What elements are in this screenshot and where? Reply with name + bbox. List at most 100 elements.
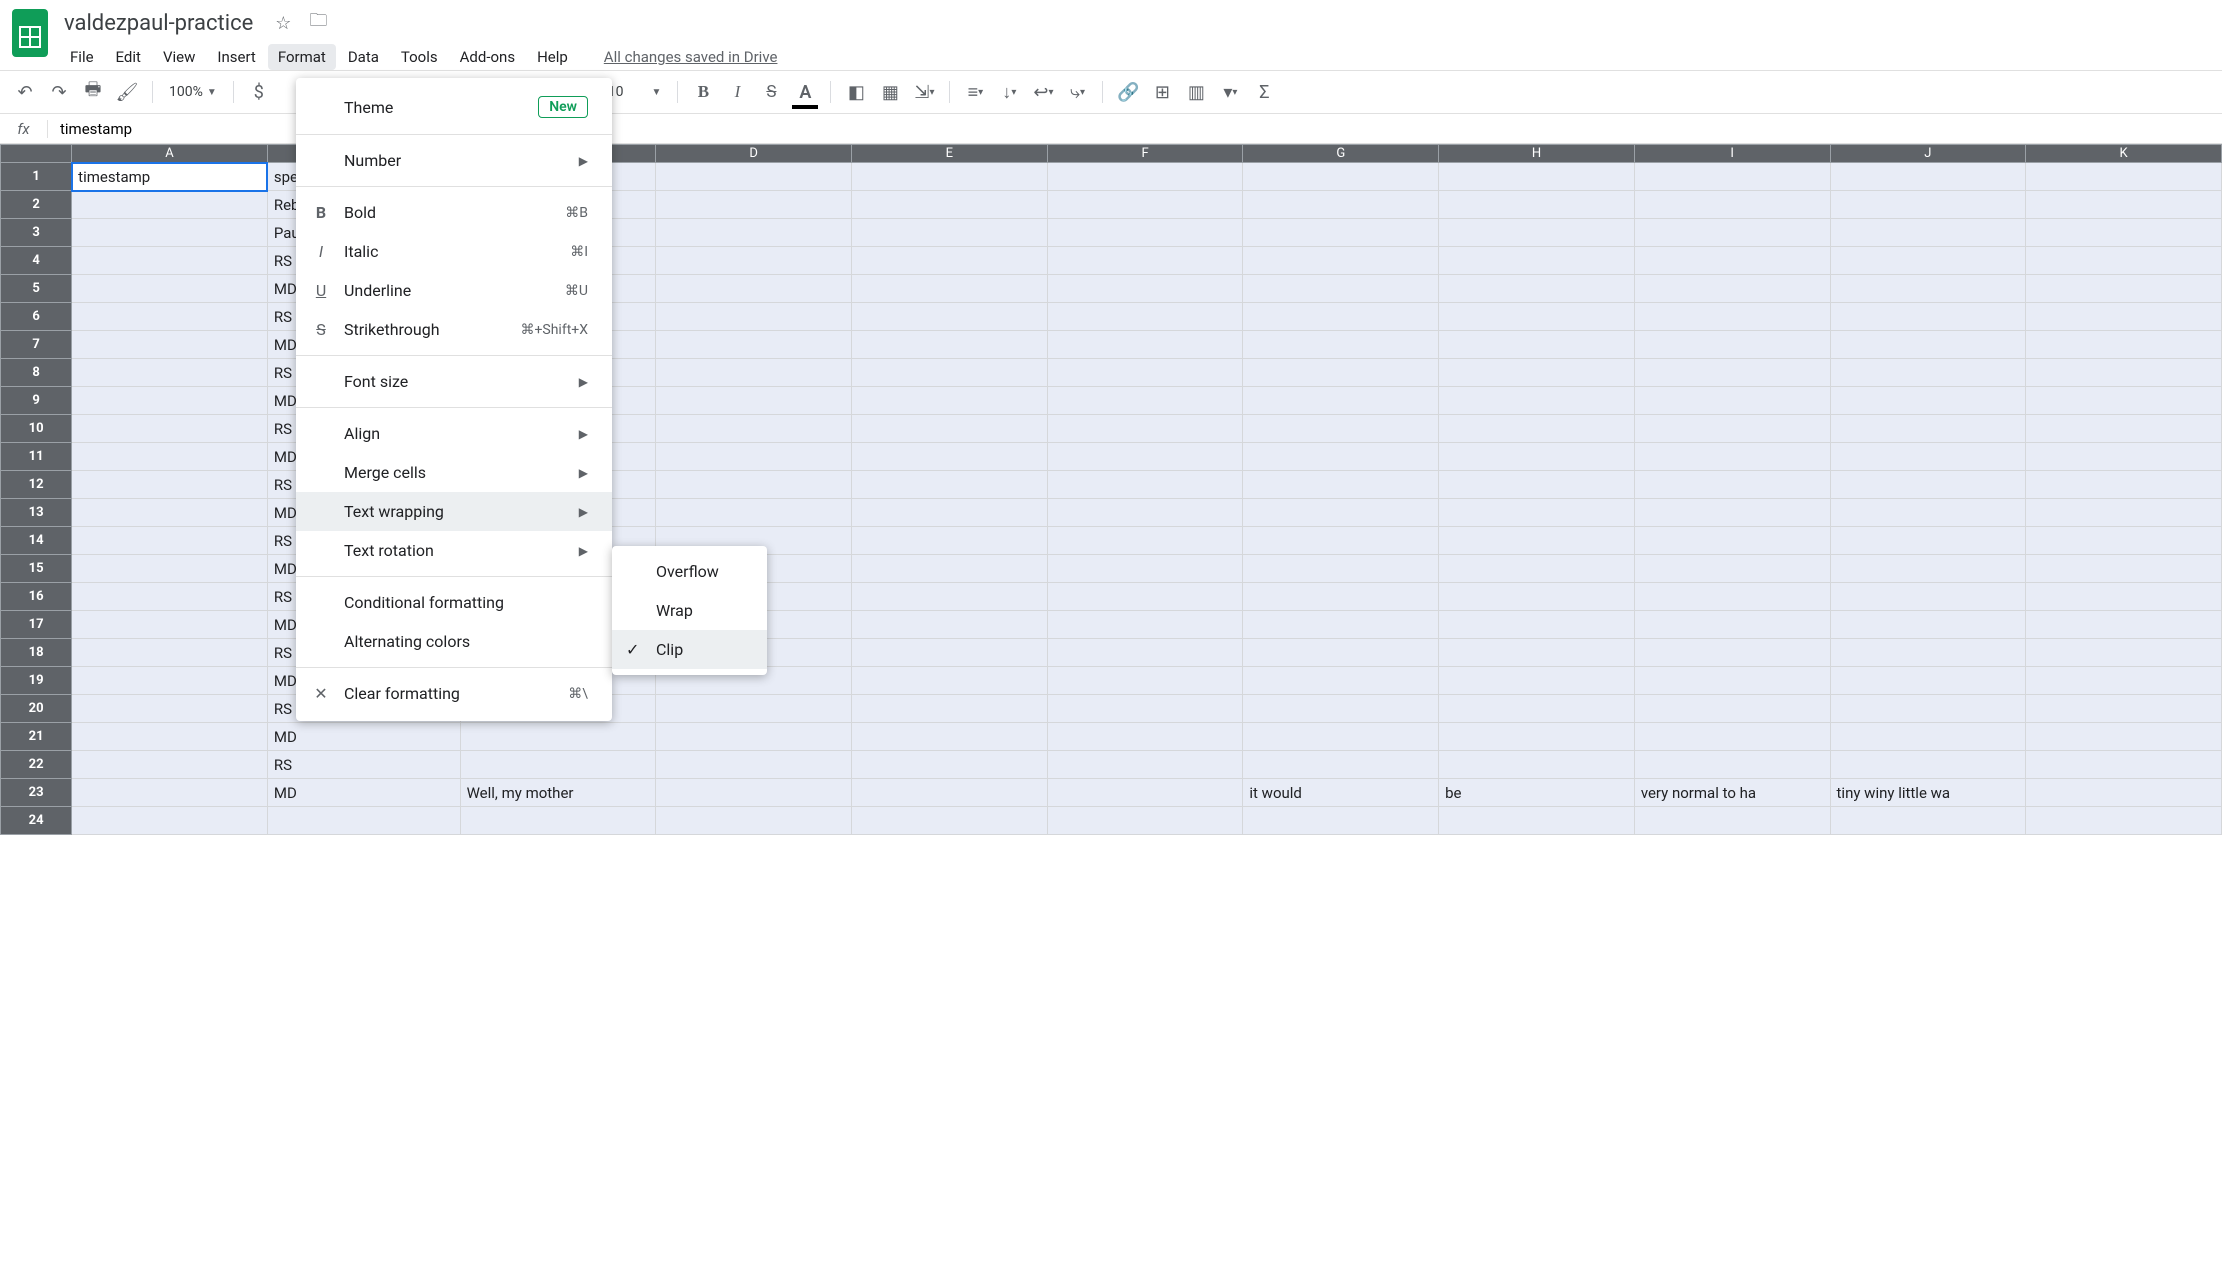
cell-E2[interactable] [852,191,1048,219]
cell-H17[interactable] [1439,611,1635,639]
cell-G3[interactable] [1243,219,1439,247]
cell-G24[interactable] [1243,807,1439,835]
cell-D10[interactable] [656,415,852,443]
cell-I4[interactable] [1634,247,1830,275]
cell-I15[interactable] [1634,555,1830,583]
cell-H20[interactable] [1439,695,1635,723]
cell-A13[interactable] [72,499,268,527]
italic-icon[interactable]: I [722,77,752,107]
cell-K3[interactable] [2026,219,2222,247]
text-rotate-icon[interactable]: ⤷▾ [1062,77,1092,107]
cell-F19[interactable] [1047,667,1243,695]
col-header[interactable]: D [656,145,852,163]
cell-E13[interactable] [852,499,1048,527]
undo-icon[interactable]: ↶ [10,77,40,107]
cell-E14[interactable] [852,527,1048,555]
cell-J21[interactable] [1830,723,2026,751]
insert-comment-icon[interactable]: ⊞ [1147,77,1177,107]
cell-I20[interactable] [1634,695,1830,723]
cell-H9[interactable] [1439,387,1635,415]
row-header[interactable]: 11 [1,443,72,471]
cell-G5[interactable] [1243,275,1439,303]
cell-I8[interactable] [1634,359,1830,387]
cell-G10[interactable] [1243,415,1439,443]
cell-J24[interactable] [1830,807,2026,835]
text-wrap-icon[interactable]: ↩▾ [1028,77,1058,107]
cell-J23[interactable]: tiny winy little wa [1830,779,2026,807]
format-font-size[interactable]: Font size ▶ [296,362,612,401]
cell-E5[interactable] [852,275,1048,303]
cell-J14[interactable] [1830,527,2026,555]
cell-E17[interactable] [852,611,1048,639]
menu-help[interactable]: Help [527,44,578,70]
menu-edit[interactable]: Edit [106,44,151,70]
cell-E18[interactable] [852,639,1048,667]
col-header[interactable]: J [1830,145,2026,163]
cell-F8[interactable] [1047,359,1243,387]
cell-K6[interactable] [2026,303,2222,331]
cell-K14[interactable] [2026,527,2222,555]
cell-J3[interactable] [1830,219,2026,247]
cell-F20[interactable] [1047,695,1243,723]
cell-F16[interactable] [1047,583,1243,611]
cell-G9[interactable] [1243,387,1439,415]
cell-H15[interactable] [1439,555,1635,583]
cell-A12[interactable] [72,471,268,499]
horizontal-align-icon[interactable]: ≡▾ [960,77,990,107]
format-text-rotation[interactable]: Text rotation ▶ [296,531,612,570]
cell-D2[interactable] [656,191,852,219]
cell-E8[interactable] [852,359,1048,387]
cell-H13[interactable] [1439,499,1635,527]
cell-A7[interactable] [72,331,268,359]
cell-H12[interactable] [1439,471,1635,499]
cell-J15[interactable] [1830,555,2026,583]
cell-H10[interactable] [1439,415,1635,443]
cell-J4[interactable] [1830,247,2026,275]
cell-K16[interactable] [2026,583,2222,611]
cell-G22[interactable] [1243,751,1439,779]
row-header[interactable]: 21 [1,723,72,751]
cell-D22[interactable] [656,751,852,779]
row-header[interactable]: 15 [1,555,72,583]
col-header[interactable]: E [852,145,1048,163]
row-header[interactable]: 10 [1,415,72,443]
cell-A21[interactable] [72,723,268,751]
cell-I23[interactable]: very normal to ha [1634,779,1830,807]
cell-K1[interactable] [2026,163,2222,191]
cell-A17[interactable] [72,611,268,639]
row-header[interactable]: 4 [1,247,72,275]
cell-E15[interactable] [852,555,1048,583]
cell-G23[interactable]: it would [1243,779,1439,807]
cell-J6[interactable] [1830,303,2026,331]
row-header[interactable]: 12 [1,471,72,499]
cell-A14[interactable] [72,527,268,555]
cell-J19[interactable] [1830,667,2026,695]
cell-K7[interactable] [2026,331,2222,359]
cell-I11[interactable] [1634,443,1830,471]
fill-color-icon[interactable]: ◧ [841,77,871,107]
merge-cells-icon[interactable]: ⇲▾ [909,77,939,107]
bold-icon[interactable]: B [688,77,718,107]
cell-J5[interactable] [1830,275,2026,303]
cell-F12[interactable] [1047,471,1243,499]
cell-E16[interactable] [852,583,1048,611]
row-header[interactable]: 16 [1,583,72,611]
cell-C24[interactable] [460,807,656,835]
cell-A3[interactable] [72,219,268,247]
menu-data[interactable]: Data [338,44,389,70]
cell-E21[interactable] [852,723,1048,751]
cell-D3[interactable] [656,219,852,247]
cell-H16[interactable] [1439,583,1635,611]
drive-save-status[interactable]: All changes saved in Drive [604,48,778,66]
wrap-option-overflow[interactable]: Overflow [612,552,767,591]
cell-I10[interactable] [1634,415,1830,443]
row-header[interactable]: 17 [1,611,72,639]
star-icon[interactable]: ☆ [275,13,291,34]
cell-G16[interactable] [1243,583,1439,611]
cell-D24[interactable] [656,807,852,835]
cell-F6[interactable] [1047,303,1243,331]
cell-J17[interactable] [1830,611,2026,639]
cell-I18[interactable] [1634,639,1830,667]
cell-K4[interactable] [2026,247,2222,275]
row-header[interactable]: 3 [1,219,72,247]
